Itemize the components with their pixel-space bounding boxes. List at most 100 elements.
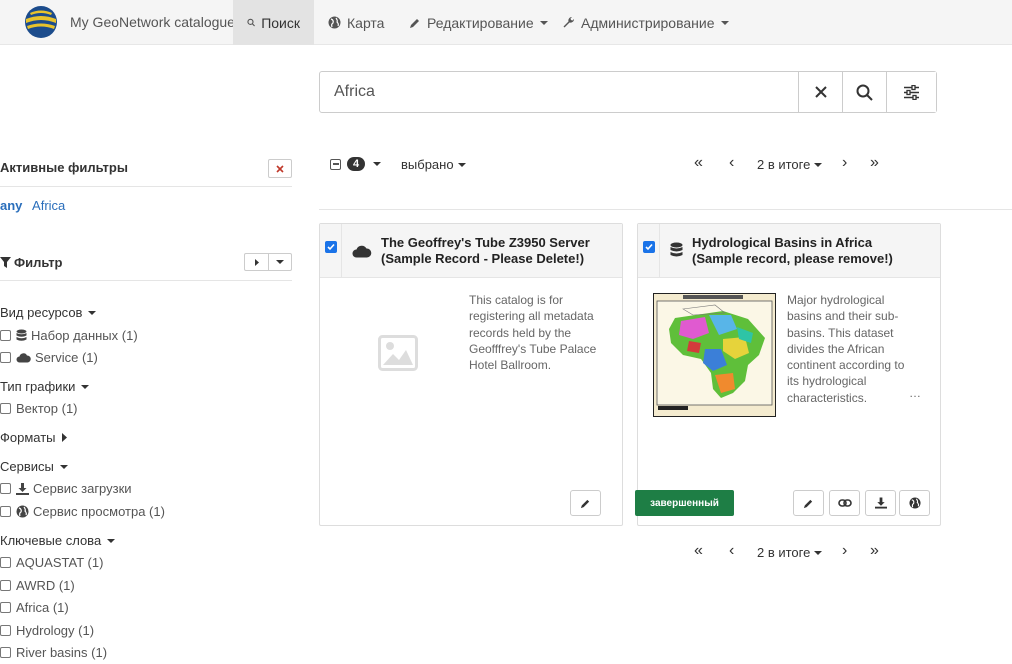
facet-item-label: Hydrology (1) bbox=[16, 623, 95, 638]
pager-label: 2 в итоге bbox=[757, 157, 811, 172]
chevron-down-icon bbox=[59, 464, 68, 469]
search-button[interactable] bbox=[842, 72, 886, 112]
card-title[interactable]: Hydrological Basins in Africa (Sample re… bbox=[692, 235, 922, 267]
edit-button[interactable] bbox=[793, 490, 824, 516]
search-icon bbox=[247, 18, 255, 27]
facet-item-keyword[interactable]: Africa (1) bbox=[0, 600, 69, 615]
select-all-dropdown[interactable]: 4 bbox=[330, 157, 382, 171]
facet-item-label: River basins (1) bbox=[16, 645, 108, 660]
nav-map[interactable]: Карта bbox=[314, 0, 398, 45]
facet-graphic-type[interactable]: Тип графики bbox=[0, 379, 90, 394]
card-header: The Geoffrey's Tube Z3950 Server (Sample… bbox=[320, 224, 622, 278]
next-page-button[interactable]: › bbox=[842, 542, 847, 560]
chevron-down-icon bbox=[720, 20, 729, 25]
checkbox[interactable] bbox=[0, 483, 11, 494]
prev-page-button[interactable]: ‹ bbox=[729, 542, 734, 560]
pencil-icon bbox=[410, 18, 419, 28]
facet-item-keyword[interactable]: AWRD (1) bbox=[0, 578, 75, 593]
nav-map-label: Карта bbox=[347, 14, 385, 31]
more-indicator[interactable]: … bbox=[909, 386, 921, 400]
nav-editing-label: Редактирование bbox=[427, 14, 534, 31]
card-abstract: Major hydrological basins and their sub-… bbox=[787, 293, 905, 405]
facet-item-download-service[interactable]: Сервис загрузки bbox=[0, 481, 132, 496]
pager-dropdown[interactable]: 2 в итоге bbox=[757, 157, 823, 172]
facet-item-vector[interactable]: Вектор (1) bbox=[0, 401, 78, 416]
facet-item-label: Вектор (1) bbox=[16, 401, 78, 416]
result-card: Hydrological Basins in Africa (Sample re… bbox=[637, 223, 941, 526]
facet-services[interactable]: Сервисы bbox=[0, 459, 68, 474]
next-page-button[interactable]: › bbox=[842, 154, 847, 172]
checkbox[interactable] bbox=[0, 602, 11, 613]
prev-page-button[interactable]: ‹ bbox=[729, 154, 734, 172]
clear-filters-button[interactable] bbox=[268, 159, 292, 178]
chevron-down-icon bbox=[814, 550, 823, 555]
nav-admin-label: Администрирование bbox=[581, 14, 715, 31]
facet-item-label: Сервис загрузки bbox=[33, 481, 132, 496]
checkbox[interactable] bbox=[0, 330, 11, 341]
brand[interactable]: My GeoNetwork catalogue bbox=[24, 4, 235, 40]
card-select-checkbox[interactable] bbox=[320, 224, 342, 278]
facet-item-label: Africa (1) bbox=[16, 600, 69, 615]
download-button[interactable] bbox=[865, 490, 896, 516]
active-filter-value: Africa bbox=[32, 198, 66, 213]
checkbox[interactable] bbox=[0, 352, 11, 363]
active-filter-tag[interactable]: any Africa bbox=[0, 198, 65, 213]
nav-admin[interactable]: Администрирование bbox=[548, 0, 743, 45]
checkbox[interactable] bbox=[0, 403, 11, 414]
selected-count-badge: 4 bbox=[347, 157, 366, 171]
card-title[interactable]: The Geoffrey's Tube Z3950 Server (Sample… bbox=[381, 235, 609, 267]
search-input[interactable] bbox=[320, 72, 798, 112]
facet-resource-type[interactable]: Вид ресурсов bbox=[0, 305, 97, 320]
facet-title: Форматы bbox=[0, 430, 56, 445]
facet-item-keyword[interactable]: River basins (1) bbox=[0, 645, 107, 660]
facet-formats[interactable]: Форматы bbox=[0, 430, 68, 445]
link-icon bbox=[837, 499, 852, 507]
chevron-down-icon bbox=[88, 310, 97, 315]
funnel-icon bbox=[0, 257, 11, 268]
checkmark-icon bbox=[644, 243, 653, 251]
cloud-icon bbox=[352, 245, 372, 258]
edit-button[interactable] bbox=[570, 490, 601, 516]
first-page-button[interactable]: « bbox=[694, 154, 703, 172]
facet-item-keyword[interactable]: AQUASTAT (1) bbox=[0, 555, 103, 570]
last-page-button[interactable]: » bbox=[870, 154, 879, 172]
filters-menu-button[interactable] bbox=[268, 253, 292, 271]
first-page-button[interactable]: « bbox=[694, 542, 703, 560]
checkbox[interactable] bbox=[0, 557, 11, 568]
links-button[interactable] bbox=[829, 490, 860, 516]
selected-actions-dropdown[interactable]: выбрано bbox=[401, 157, 466, 172]
download-icon bbox=[16, 482, 29, 495]
database-icon bbox=[16, 329, 27, 341]
facet-item-view-service[interactable]: Сервис просмотра (1) bbox=[0, 504, 165, 519]
chevron-down-icon bbox=[373, 162, 382, 166]
clear-search-button[interactable] bbox=[798, 72, 842, 112]
divider bbox=[0, 186, 292, 187]
search-icon bbox=[856, 84, 873, 101]
facet-item-keyword[interactable]: Hydrology (1) bbox=[0, 623, 94, 638]
pager-dropdown[interactable]: 2 в итоге bbox=[757, 545, 823, 560]
map-thumbnail[interactable] bbox=[653, 293, 776, 417]
checkbox[interactable] bbox=[0, 580, 11, 591]
minus-square-icon bbox=[330, 158, 341, 170]
divider bbox=[319, 209, 1012, 210]
nav-search[interactable]: Поиск bbox=[233, 0, 314, 45]
play-icon bbox=[254, 258, 259, 266]
checkbox[interactable] bbox=[0, 647, 11, 658]
checkbox[interactable] bbox=[0, 506, 11, 517]
facet-item-dataset[interactable]: Набор данных (1) bbox=[0, 328, 138, 343]
last-page-button[interactable]: » bbox=[870, 542, 879, 560]
chevron-down-icon bbox=[81, 384, 90, 389]
facet-title: Сервисы bbox=[0, 459, 54, 474]
card-select-checkbox[interactable] bbox=[638, 224, 660, 278]
chevron-down-icon bbox=[457, 162, 466, 167]
nav-editing[interactable]: Редактирование bbox=[395, 0, 562, 45]
facet-keywords[interactable]: Ключевые слова bbox=[0, 533, 116, 548]
chevron-down-icon bbox=[107, 538, 116, 543]
facet-item-label: AQUASTAT (1) bbox=[16, 555, 104, 570]
filter-title: Фильтр bbox=[14, 255, 63, 270]
facet-item-service[interactable]: Service (1) bbox=[0, 350, 98, 365]
advanced-search-button[interactable] bbox=[886, 72, 936, 112]
expand-filters-button[interactable] bbox=[244, 253, 269, 271]
checkbox[interactable] bbox=[0, 625, 11, 636]
view-on-map-button[interactable] bbox=[899, 490, 930, 516]
